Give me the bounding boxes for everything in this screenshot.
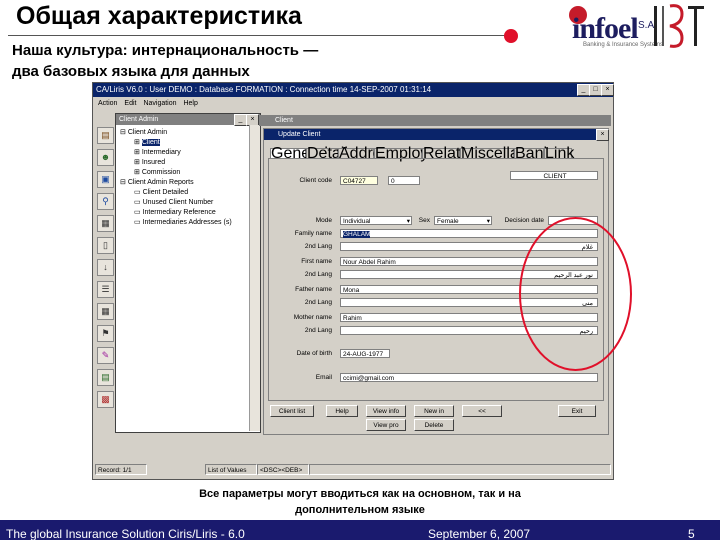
client-titlebar: Client bbox=[259, 115, 611, 126]
list-icon[interactable]: ☰ bbox=[97, 281, 114, 298]
mother-name-label: Mother name bbox=[293, 314, 332, 321]
tab-detail[interactable]: Detail bbox=[306, 146, 348, 162]
footer-date: September 6, 2007 bbox=[428, 527, 531, 541]
client-admin-pane: Client Admin _ × ⊟ Client Admin ⊞ Client… bbox=[115, 113, 261, 433]
date-of-birth-field[interactable]: 24-AUG-1977 bbox=[340, 349, 390, 358]
first-name-label: First name bbox=[301, 258, 332, 265]
client-code-label: Client code bbox=[299, 177, 332, 184]
book-icon[interactable]: ▤ bbox=[97, 127, 114, 144]
new-in-button[interactable]: New in bbox=[414, 405, 454, 417]
close-button[interactable]: × bbox=[601, 84, 614, 96]
previous-button[interactable]: << bbox=[462, 405, 502, 417]
tree-node-commission[interactable]: ⊞ Commission bbox=[120, 168, 258, 178]
slide-caption: Все параметры могут вводиться как на осн… bbox=[100, 486, 620, 518]
image-icon[interactable]: ▩ bbox=[97, 391, 114, 408]
tab-bank[interactable]: Bank bbox=[514, 146, 551, 162]
tab-employment[interactable]: Employment bbox=[374, 146, 464, 162]
client-type-field[interactable]: CLIENT bbox=[510, 171, 598, 180]
status-empty bbox=[309, 464, 611, 475]
mode-label: Mode bbox=[315, 217, 332, 224]
view-pro-button[interactable]: View pro bbox=[366, 419, 406, 431]
status-bar: Record: 1/1 List of Values <DSC><DEB> bbox=[95, 464, 611, 475]
folder-icon[interactable]: ▣ bbox=[97, 171, 114, 188]
flag-icon[interactable]: ⚑ bbox=[97, 325, 114, 342]
update-client-title: Update Client bbox=[278, 131, 321, 138]
tree-node-insured[interactable]: ⊞ Insured bbox=[120, 158, 258, 168]
tab-relation[interactable]: Relation bbox=[422, 146, 482, 162]
highlight-ellipse bbox=[519, 217, 632, 371]
title-divider bbox=[8, 35, 513, 36]
client-code-suffix-field[interactable]: 0 bbox=[388, 176, 420, 185]
window-title: CA/Liris V6.0 : User DEMO : Database FOR… bbox=[96, 85, 432, 94]
slide-footer: The global Insurance Solution Ciris/Liri… bbox=[0, 520, 720, 541]
slide-title: Общая характеристика bbox=[16, 2, 302, 30]
tree-node-report-addresses[interactable]: ▭ Intermediaries Addresses (s) bbox=[120, 218, 258, 228]
sex-label: Sex bbox=[418, 217, 430, 224]
menu-navigation[interactable]: Navigation bbox=[143, 100, 176, 107]
ist-logo-icon bbox=[654, 4, 704, 48]
client-admin-tree: ⊟ Client Admin ⊞ Client ⊞ Intermediary ⊞… bbox=[120, 128, 258, 228]
menu-bar: Action Edit Navigation Help bbox=[93, 98, 613, 109]
client-admin-title: Client Admin bbox=[119, 116, 159, 123]
infoel-logo: infoel bbox=[572, 12, 639, 45]
slide-subtitle: Наша культура: интернациональность — два… bbox=[12, 40, 318, 82]
exit-button[interactable]: Exit bbox=[558, 405, 596, 417]
status-record: Record: 1/1 bbox=[95, 464, 147, 475]
mother-name-2nd-label: 2nd Lang bbox=[304, 327, 332, 334]
subtitle-line-2: два базовых языка для данных bbox=[12, 63, 250, 80]
status-mode: <DSC><DEB> bbox=[257, 464, 309, 475]
tool-icon[interactable]: ✎ bbox=[97, 347, 114, 364]
red-dot-decoration bbox=[504, 29, 518, 43]
help-button[interactable]: Help bbox=[326, 405, 358, 417]
first-name-2nd-label: 2nd Lang bbox=[304, 271, 332, 278]
client-title: Client bbox=[275, 117, 293, 124]
grid-icon[interactable]: ▦ bbox=[97, 303, 114, 320]
tree-node-intermediary[interactable]: ⊞ Intermediary bbox=[120, 148, 258, 158]
view-info-button[interactable]: View info bbox=[366, 405, 406, 417]
update-client-titlebar: Update Client bbox=[264, 129, 608, 140]
father-name-2nd-label: 2nd Lang bbox=[304, 299, 332, 306]
decision-date-label: Decision date bbox=[504, 217, 544, 224]
status-list-values: List of Values bbox=[205, 464, 257, 475]
client-code-field[interactable]: C04727 bbox=[340, 176, 378, 185]
tree-node-client[interactable]: ⊞ Client bbox=[120, 138, 258, 148]
tab-link[interactable]: Link bbox=[544, 146, 574, 162]
tree-node-reports[interactable]: ⊟ Client Admin Reports bbox=[120, 178, 258, 188]
caption-line-1: Все параметры могут вводиться как на осн… bbox=[199, 488, 521, 500]
father-name-label: Father name bbox=[295, 286, 332, 293]
window-titlebar: CA/Liris V6.0 : User DEMO : Database FOR… bbox=[93, 83, 613, 97]
tab-miscellaneous[interactable]: Miscellaneous bbox=[460, 146, 562, 162]
email-field[interactable]: ccimi@gmail.com bbox=[340, 373, 598, 382]
sex-select[interactable]: Female ▾ bbox=[434, 216, 492, 225]
tree-node-report-detailed[interactable]: ▭ Client Detailed bbox=[120, 188, 258, 198]
find-icon[interactable]: ⚲ bbox=[97, 193, 114, 210]
menu-edit[interactable]: Edit bbox=[124, 100, 136, 107]
client-list-button[interactable]: Client list bbox=[270, 405, 314, 417]
subtitle-line-1: Наша культура: интернациональность — bbox=[12, 42, 319, 59]
tab-address[interactable]: Address bbox=[338, 146, 398, 162]
footer-product: The global Insurance Solution Ciris/Liri… bbox=[6, 527, 245, 541]
tab-general[interactable]: General bbox=[270, 146, 328, 162]
family-name-label: Family name bbox=[294, 230, 332, 237]
tree-node-root[interactable]: ⊟ Client Admin bbox=[120, 128, 258, 138]
tree-node-report-intermediary[interactable]: ▭ Intermediary Reference bbox=[120, 208, 258, 218]
family-name-2nd-label: 2nd Lang bbox=[304, 243, 332, 250]
page-number: 5 bbox=[688, 527, 695, 541]
date-of-birth-label: Date of birth bbox=[296, 350, 332, 357]
menu-action[interactable]: Action bbox=[98, 100, 117, 107]
doc-icon[interactable]: ▯ bbox=[97, 237, 114, 254]
caption-line-2: дополнительном языке bbox=[295, 504, 425, 516]
tree-scrollbar[interactable] bbox=[249, 125, 260, 431]
report-icon[interactable]: ▤ bbox=[97, 369, 114, 386]
vertical-toolbar: ▤ ☻ ▣ ⚲ ▦ ▯ ↓ ☰ ▦ ⚑ ✎ ▤ ▩ bbox=[95, 127, 115, 447]
delete-button[interactable]: Delete bbox=[414, 419, 454, 431]
menu-help[interactable]: Help bbox=[183, 100, 197, 107]
update-client-close[interactable]: × bbox=[596, 129, 609, 141]
tree-node-report-unused[interactable]: ▭ Unused Client Number bbox=[120, 198, 258, 208]
email-label: Email bbox=[315, 374, 332, 381]
user-icon[interactable]: ☻ bbox=[97, 149, 114, 166]
print-icon[interactable]: ▦ bbox=[97, 215, 114, 232]
arrow-icon[interactable]: ↓ bbox=[97, 259, 114, 276]
